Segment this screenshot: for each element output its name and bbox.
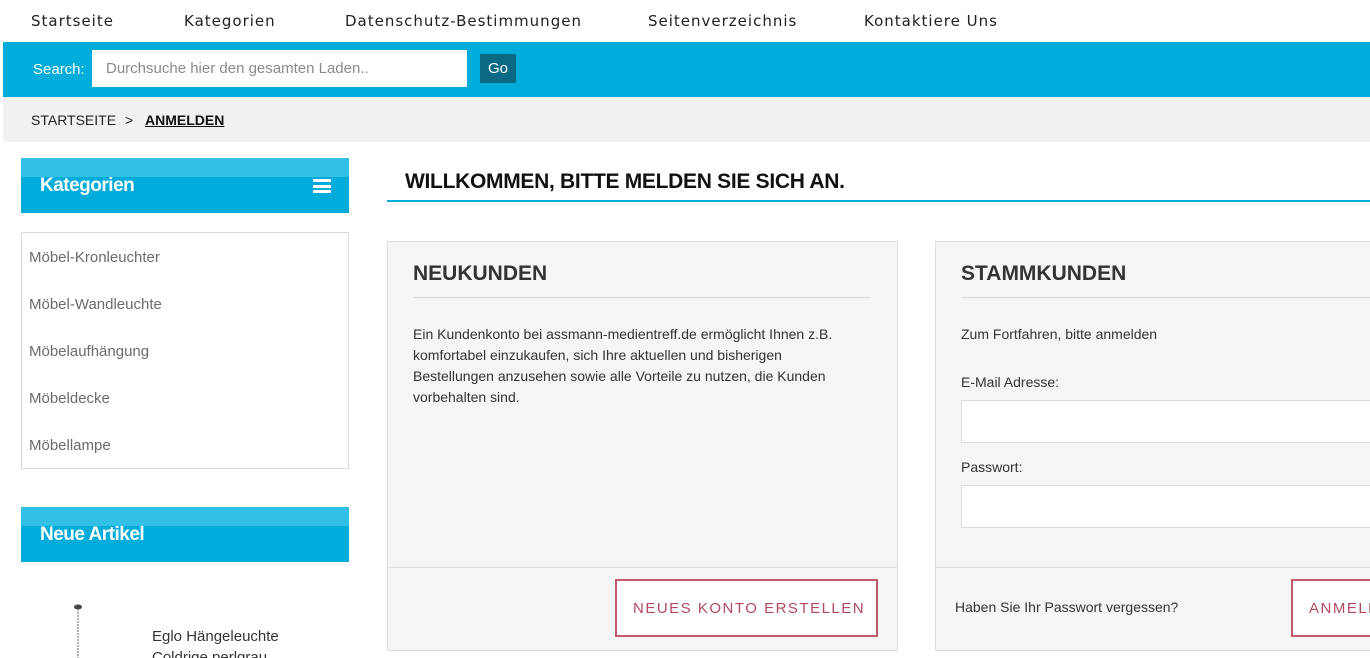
forgot-password-link[interactable]: Haben Sie Ihr Passwort vergessen?: [955, 599, 1178, 615]
nav-link-seitenverzeichnis[interactable]: Seitenverzeichnis: [648, 12, 797, 30]
new-customers-panel: NEUKUNDEN Ein Kundenkonto bei assmann-me…: [387, 241, 898, 651]
login-button[interactable]: ANMELDEN: [1291, 579, 1370, 637]
category-item-moebellampe[interactable]: Möbellampe: [29, 437, 111, 454]
breadcrumb-current: ANMELDEN: [145, 112, 225, 128]
breadcrumb: STARTSEITE > ANMELDEN: [3, 97, 1370, 142]
search-go-button[interactable]: Go: [480, 54, 516, 83]
breadcrumb-home-link[interactable]: STARTSEITE: [31, 112, 116, 128]
password-field[interactable]: [961, 485, 1370, 528]
category-item-moebeldecke[interactable]: Möbeldecke: [29, 390, 110, 407]
categories-block-header: Kategorien: [21, 158, 349, 213]
panel-divider: [961, 297, 1370, 298]
title-divider: [387, 200, 1370, 202]
nav-link-kategorien[interactable]: Kategorien: [184, 12, 276, 30]
panel-divider: [413, 297, 871, 298]
top-navigation: Startseite Kategorien Datenschutz-Bestim…: [0, 0, 1370, 42]
category-item-moebelaufhaengung[interactable]: Möbelaufhängung: [29, 343, 149, 360]
panel-footer-divider: [936, 567, 1370, 568]
category-item-moebel-wandleuchte[interactable]: Möbel-Wandleuchte: [29, 296, 162, 313]
nav-link-startseite[interactable]: Startseite: [31, 12, 114, 30]
returning-customers-title: STAMMKUNDEN: [961, 262, 1127, 285]
new-customers-title: NEUKUNDEN: [413, 262, 548, 285]
search-input[interactable]: [92, 50, 467, 87]
hamburger-menu-icon[interactable]: [313, 179, 331, 193]
category-item-moebel-kronleuchter[interactable]: Möbel-Kronleuchter: [29, 249, 160, 266]
category-list: Möbel-Kronleuchter Möbel-Wandleuchte Möb…: [21, 232, 349, 469]
create-account-button[interactable]: NEUES KONTO ERSTELLEN: [615, 579, 878, 637]
breadcrumb-separator: >: [125, 112, 134, 128]
search-bar: Search: Go: [3, 42, 1370, 97]
new-items-block-title: Neue Artikel: [40, 524, 145, 545]
nav-link-datenschutz[interactable]: Datenschutz-Bestimmungen: [345, 12, 582, 30]
categories-block-title: Kategorien: [40, 175, 135, 196]
returning-customers-panel: STAMMKUNDEN Zum Fortfahren, bitte anmeld…: [935, 241, 1370, 651]
email-label: E-Mail Adresse:: [961, 374, 1060, 390]
new-customers-text: Ein Kundenkonto bei assmann-medientreff.…: [413, 326, 833, 405]
product-image[interactable]: [70, 604, 84, 658]
password-label: Passwort:: [961, 459, 1023, 475]
search-label: Search:: [33, 61, 85, 78]
panel-footer-divider: [388, 567, 897, 568]
page-title: WILLKOMMEN, BITTE MELDEN SIE SICH AN.: [405, 170, 845, 193]
nav-link-kontakt[interactable]: Kontaktiere Uns: [864, 12, 998, 30]
returning-customers-intro: Zum Fortfahren, bitte anmelden: [961, 326, 1158, 342]
email-field[interactable]: [961, 400, 1370, 443]
product-name-link[interactable]: Eglo Hängeleuchte Coldrige perlgrau: [152, 626, 332, 658]
new-items-block-header: Neue Artikel: [21, 507, 349, 562]
